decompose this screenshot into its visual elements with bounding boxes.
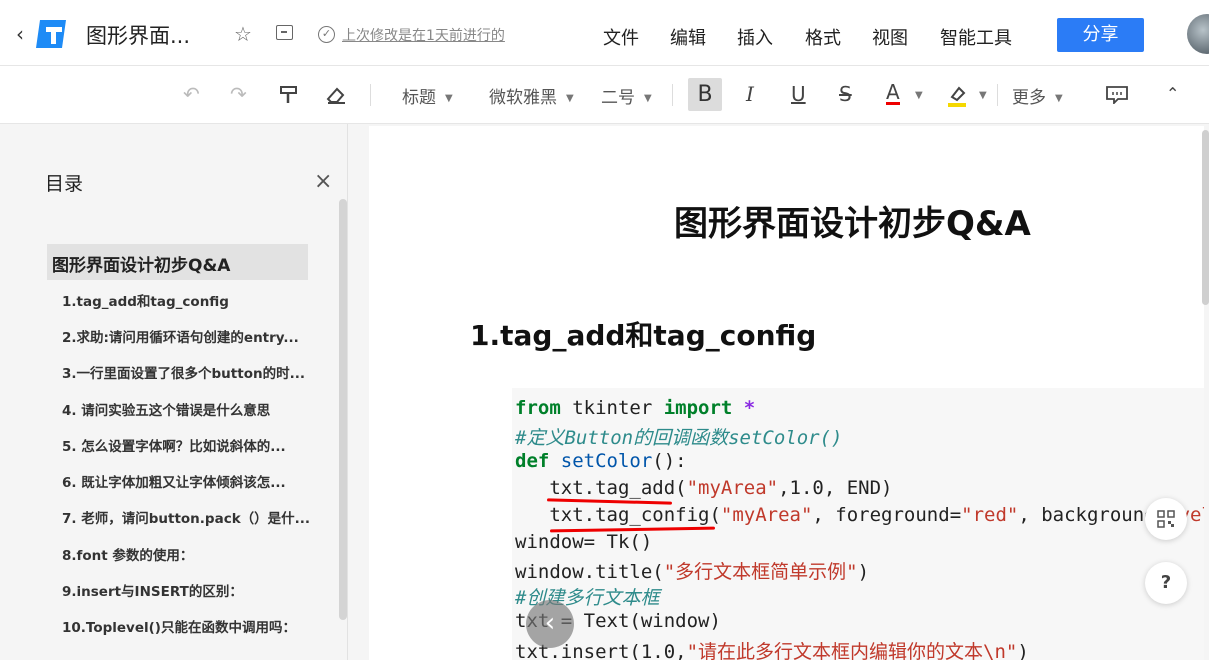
- toolbar-divider: [997, 84, 998, 106]
- toc-item[interactable]: 5. 怎么设置字体啊？比如说斜体的...: [62, 435, 312, 455]
- toc-item[interactable]: 10.Toplevel()只能在函数中调用吗：: [62, 616, 312, 636]
- menu-view[interactable]: 视图: [872, 24, 908, 50]
- code-line: txt.tag_config("myArea", foreground="red…: [515, 504, 1204, 526]
- last-saved-status[interactable]: 上次修改是在1天前进行的: [342, 25, 505, 45]
- menu-file[interactable]: 文件: [603, 24, 639, 50]
- more-select[interactable]: 更多 ▼: [1012, 83, 1063, 108]
- font-size-select[interactable]: 二号 ▼: [601, 83, 652, 108]
- menu-insert[interactable]: 插入: [737, 24, 773, 50]
- format-toolbar: ↶ ↷ 标题 ▼ 微软雅黑 ▼ 二号 ▼ B I U S A ▼ ▼ 更多 ▼ ⌃: [0, 66, 1209, 124]
- share-button[interactable]: 分享: [1057, 18, 1144, 52]
- collapse-toolbar-icon[interactable]: ⌃: [1166, 84, 1179, 103]
- chevron-left-icon[interactable]: ‹: [16, 22, 24, 46]
- menu-format[interactable]: 格式: [805, 24, 841, 50]
- star-icon[interactable]: ☆: [234, 22, 252, 46]
- toc-item[interactable]: 2.求助:请问用循环语句创建的entry...: [62, 326, 312, 346]
- redo-icon[interactable]: ↷: [230, 82, 247, 106]
- heading-style-select[interactable]: 标题 ▼: [402, 83, 453, 108]
- bold-button[interactable]: B: [688, 78, 722, 111]
- close-icon[interactable]: ×: [314, 169, 332, 194]
- format-painter-icon[interactable]: [279, 85, 299, 105]
- section-heading: 1.tag_add和tag_config: [470, 319, 817, 352]
- app-logo-icon[interactable]: [36, 18, 70, 50]
- toolbar-divider: [370, 84, 371, 106]
- toc-scrollbar[interactable]: [339, 199, 347, 620]
- font-family-select[interactable]: 微软雅黑 ▼: [489, 83, 574, 108]
- italic-button[interactable]: I: [746, 82, 754, 106]
- toc-item[interactable]: 7. 老师，请问button.pack（）是什...: [62, 507, 312, 527]
- toc-item[interactable]: 8.font 参数的使用：: [62, 544, 312, 564]
- table-of-contents-panel: 目录 × 图形界面设计初步Q&A 1.tag_add和tag_config 2.…: [0, 124, 348, 660]
- toc-item[interactable]: 9.insert与INSERT的区别：: [62, 580, 312, 600]
- qr-code-button[interactable]: [1145, 498, 1187, 540]
- code-line: window.title("多行文本框简单示例"): [515, 561, 870, 583]
- strikethrough-button[interactable]: S: [839, 82, 852, 106]
- code-line: txt.insert(1.0,"请在此多行文本框内编辑你的文本\n"): [515, 641, 1029, 660]
- code-line: from tkinter import *: [515, 397, 756, 419]
- move-to-folder-icon[interactable]: [276, 25, 293, 40]
- qr-code-icon: [1157, 510, 1175, 528]
- document-title[interactable]: 图形界面...: [86, 20, 190, 50]
- eraser-icon[interactable]: [325, 85, 347, 105]
- toc-item[interactable]: 3.一行里面设置了很多个button的时...: [62, 362, 312, 382]
- highlight-icon[interactable]: [946, 84, 968, 108]
- comment-icon[interactable]: [1106, 86, 1128, 104]
- toc-title: 目录: [45, 173, 84, 195]
- font-color-button[interactable]: A: [886, 82, 900, 105]
- document-page[interactable]: 图形界面设计初步Q&A 1.tag_add和tag_config from tk…: [369, 126, 1204, 660]
- underline-button[interactable]: U: [791, 82, 806, 106]
- document-heading: 图形界面设计初步Q&A: [674, 204, 1031, 244]
- toc-item[interactable]: 4. 请问实验五这个错误是什么意思: [62, 399, 312, 419]
- toc-item[interactable]: 1.tag_add和tag_config: [62, 290, 312, 310]
- code-line: def setColor():: [515, 450, 687, 472]
- top-bar: ‹ 图形界面... ☆ ✓ 上次修改是在1天前进行的 文件 编辑 插入 格式 视…: [0, 0, 1209, 66]
- code-line: window= Tk(): [515, 531, 653, 553]
- code-line: #定义Button的回调函数setColor(): [515, 427, 843, 449]
- font-color-caret-icon[interactable]: ▼: [915, 90, 923, 101]
- undo-icon[interactable]: ↶: [183, 82, 200, 106]
- avatar[interactable]: [1187, 14, 1209, 54]
- check-circle-icon: ✓: [318, 26, 335, 43]
- menu-smart-tools[interactable]: 智能工具: [940, 24, 1012, 50]
- help-button[interactable]: ?: [1145, 562, 1187, 604]
- code-line: txt.tag_add("myArea",1.0, END): [515, 477, 893, 499]
- toc-item-heading[interactable]: 图形界面设计初步Q&A: [52, 251, 230, 276]
- collapse-sidebar-button[interactable]: ‹: [526, 600, 574, 648]
- toc-item[interactable]: 6. 既让字体加粗又让字体倾斜该怎...: [62, 471, 312, 491]
- highlight-caret-icon[interactable]: ▼: [979, 90, 987, 101]
- toolbar-divider: [672, 84, 673, 106]
- menu-edit[interactable]: 编辑: [670, 24, 706, 50]
- document-scrollbar[interactable]: [1202, 130, 1209, 305]
